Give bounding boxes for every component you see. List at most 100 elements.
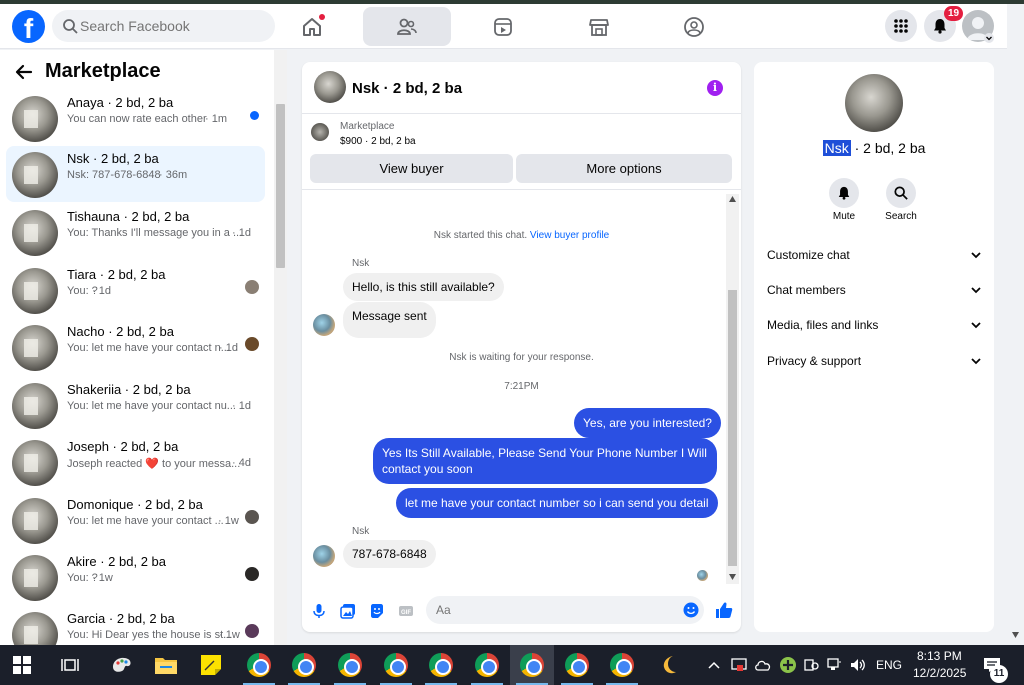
mute-button[interactable] <box>829 178 859 208</box>
clock-time[interactable]: 8:13 PM <box>917 649 962 663</box>
grid-menu-icon <box>894 19 908 33</box>
scrollbar-thumb[interactable] <box>276 104 285 268</box>
taskbar-chrome-3[interactable] <box>328 645 372 685</box>
chrome-icon <box>292 653 316 677</box>
taskbar-app-paint[interactable] <box>100 645 144 685</box>
search-box[interactable] <box>52 10 275 42</box>
conversation-item[interactable]: Shakeriia · 2 bd, 2 ba You: let me have … <box>6 377 265 433</box>
clock-date[interactable]: 12/2/2025 <box>913 666 966 680</box>
account-chevron-icon[interactable] <box>984 33 994 43</box>
more-options-button[interactable]: More options <box>516 154 732 183</box>
taskbar-app-sticky-notes[interactable] <box>189 645 233 685</box>
facebook-logo-icon[interactable]: f <box>12 10 45 43</box>
media-files-links-section[interactable]: Media, files and links <box>767 318 981 342</box>
task-view-button[interactable] <box>48 645 92 685</box>
view-buyer-profile-link[interactable]: View buyer profile <box>530 230 609 241</box>
conversation-name: Nsk · 2 bd, 2 ba <box>67 151 159 166</box>
conversation-list-scrollbar[interactable] <box>274 50 287 645</box>
search-label: Search <box>885 211 917 222</box>
thumbs-up-icon[interactable] <box>715 601 733 619</box>
taskbar-weather[interactable] <box>648 645 692 685</box>
tray-device-icon[interactable] <box>803 657 819 673</box>
emoji-icon[interactable] <box>683 602 699 618</box>
taskbar-chrome-9[interactable] <box>600 645 644 685</box>
page-scrollbar[interactable] <box>1007 4 1024 645</box>
conversation-item[interactable]: Akire · 2 bd, 2 ba You: ? · 1w <box>6 549 265 605</box>
section-label: Privacy & support <box>767 354 862 368</box>
message-input-box[interactable] <box>426 596 704 624</box>
notification-count-badge: 11 <box>990 665 1008 683</box>
participant-avatar <box>245 624 259 638</box>
listing-thumbnail <box>311 123 329 141</box>
show-hidden-icons-chevron-icon[interactable] <box>708 660 720 670</box>
conversation-time: · 1d <box>219 342 238 354</box>
bell-icon <box>934 19 946 34</box>
sticker-icon[interactable] <box>369 603 385 619</box>
privacy-support-section[interactable]: Privacy & support <box>767 354 981 378</box>
taskbar-chrome-6[interactable] <box>465 645 509 685</box>
conversation-item[interactable]: Tishauna · 2 bd, 2 ba You: Thanks I'll m… <box>6 204 265 260</box>
conversation-snippet: You: let me have your contact ... <box>67 515 224 527</box>
listing-thumbnail <box>12 383 58 429</box>
gif-icon[interactable]: GIF <box>398 603 414 619</box>
conversation-time: · 1w <box>92 572 113 584</box>
conversation-item[interactable]: Tiara · 2 bd, 2 ba You: ? · 1d <box>6 262 265 318</box>
cloud-sync-icon[interactable] <box>754 657 772 673</box>
chat-scrollbar[interactable] <box>726 194 739 584</box>
taskbar-chrome-7-active[interactable] <box>510 645 554 685</box>
conversation-snippet: You: Thanks I'll message you in a ... <box>67 227 243 239</box>
conversation-name: Anaya · 2 bd, 2 ba <box>67 95 174 110</box>
chrome-icon <box>610 653 634 677</box>
menu-button[interactable] <box>885 10 917 42</box>
conversation-item-selected[interactable]: Nsk · 2 bd, 2 ba Nsk: 787-678-6848 · 36m <box>6 146 265 202</box>
start-button[interactable] <box>0 645 44 685</box>
paint-app-icon <box>113 657 131 672</box>
search-in-chat-button[interactable] <box>886 178 916 208</box>
chat-details-panel: Nsk · 2 bd, 2 ba Mute Search Customize c… <box>754 62 994 632</box>
taskbar-chrome-8[interactable] <box>555 645 599 685</box>
nav-watch[interactable] <box>459 7 547 46</box>
conversation-name: Shakeriia · 2 bd, 2 ba <box>67 382 191 397</box>
customize-chat-section[interactable]: Customize chat <box>767 248 981 272</box>
message-input[interactable] <box>436 596 676 624</box>
conversation-time: · 1d <box>92 285 111 297</box>
input-language[interactable]: ENG <box>876 658 902 672</box>
listing-thumbnail[interactable] <box>314 71 346 103</box>
photo-icon[interactable] <box>340 603 356 619</box>
notifications-badge: 19 <box>944 6 963 21</box>
view-buyer-button[interactable]: View buyer <box>310 154 513 183</box>
sender-avatar <box>313 545 335 567</box>
taskbar-chrome-1[interactable] <box>237 645 281 685</box>
nav-groups[interactable] <box>650 7 738 46</box>
back-arrow-icon[interactable] <box>14 62 34 82</box>
conversation-item[interactable]: Anaya · 2 bd, 2 ba You can now rate each… <box>6 90 265 146</box>
conversation-item[interactable]: Nacho · 2 bd, 2 ba You: let me have your… <box>6 319 265 375</box>
taskbar-chrome-5[interactable] <box>419 645 463 685</box>
network-icon[interactable] <box>826 657 842 673</box>
chat-members-section[interactable]: Chat members <box>767 283 981 307</box>
incoming-message: Message sent <box>343 302 436 338</box>
scroll-up-arrow-icon[interactable] <box>729 196 736 202</box>
conversation-item[interactable]: Domonique · 2 bd, 2 ba You: let me have … <box>6 492 265 548</box>
scroll-down-arrow-icon[interactable] <box>1012 632 1019 638</box>
info-icon[interactable]: i <box>707 80 723 96</box>
chevron-down-icon <box>971 287 981 294</box>
microphone-icon[interactable] <box>311 603 327 619</box>
volume-icon[interactable] <box>849 657 867 673</box>
tray-monitor-icon[interactable] <box>731 657 747 673</box>
nav-marketplace[interactable] <box>555 7 643 46</box>
scroll-down-arrow-icon[interactable] <box>729 574 736 580</box>
nav-friends[interactable] <box>363 7 451 46</box>
tray-plus-icon[interactable] <box>779 656 797 674</box>
search-icon <box>63 19 78 34</box>
taskbar-app-file-explorer[interactable] <box>144 645 188 685</box>
search-input[interactable] <box>80 10 270 42</box>
taskbar-chrome-4[interactable] <box>374 645 418 685</box>
conversation-item[interactable]: Garcia · 2 bd, 2 ba You: Hi Dear yes the… <box>6 606 265 645</box>
scrollbar-thumb[interactable] <box>728 290 737 566</box>
nav-home[interactable] <box>268 7 356 46</box>
taskbar-chrome-2[interactable] <box>282 645 326 685</box>
chat-title[interactable]: Nsk · 2 bd, 2 ba <box>352 80 462 97</box>
conversation-item[interactable]: Joseph · 2 bd, 2 ba Joseph reacted ❤️ to… <box>6 434 265 490</box>
chevron-down-icon <box>971 252 981 259</box>
